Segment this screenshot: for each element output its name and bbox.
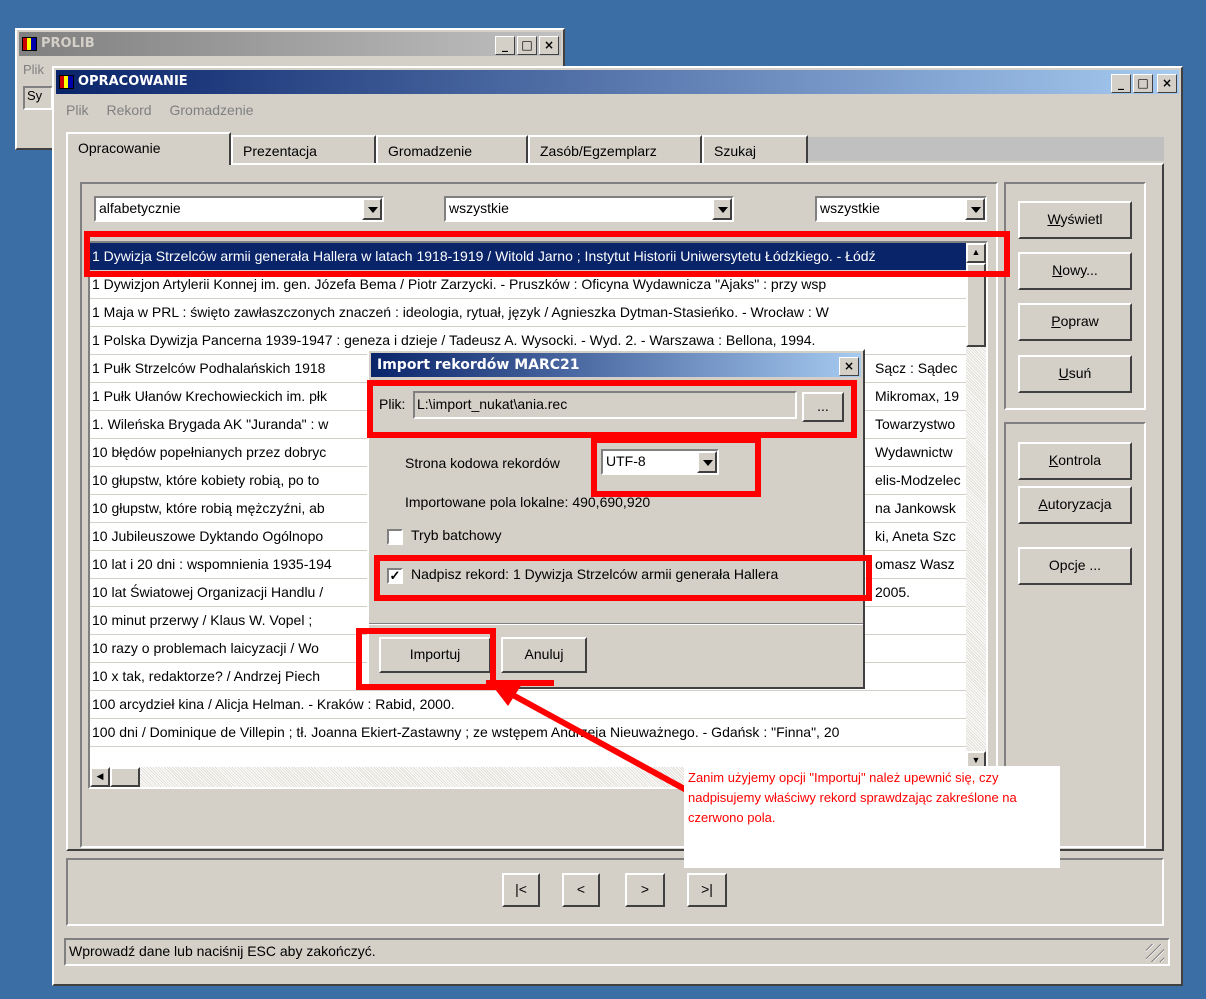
arrow-line (498, 685, 692, 795)
annotation-note: Zanim użyjemy opcji "Importuj" należ upe… (684, 766, 1060, 868)
arrow-head-icon (488, 680, 522, 706)
